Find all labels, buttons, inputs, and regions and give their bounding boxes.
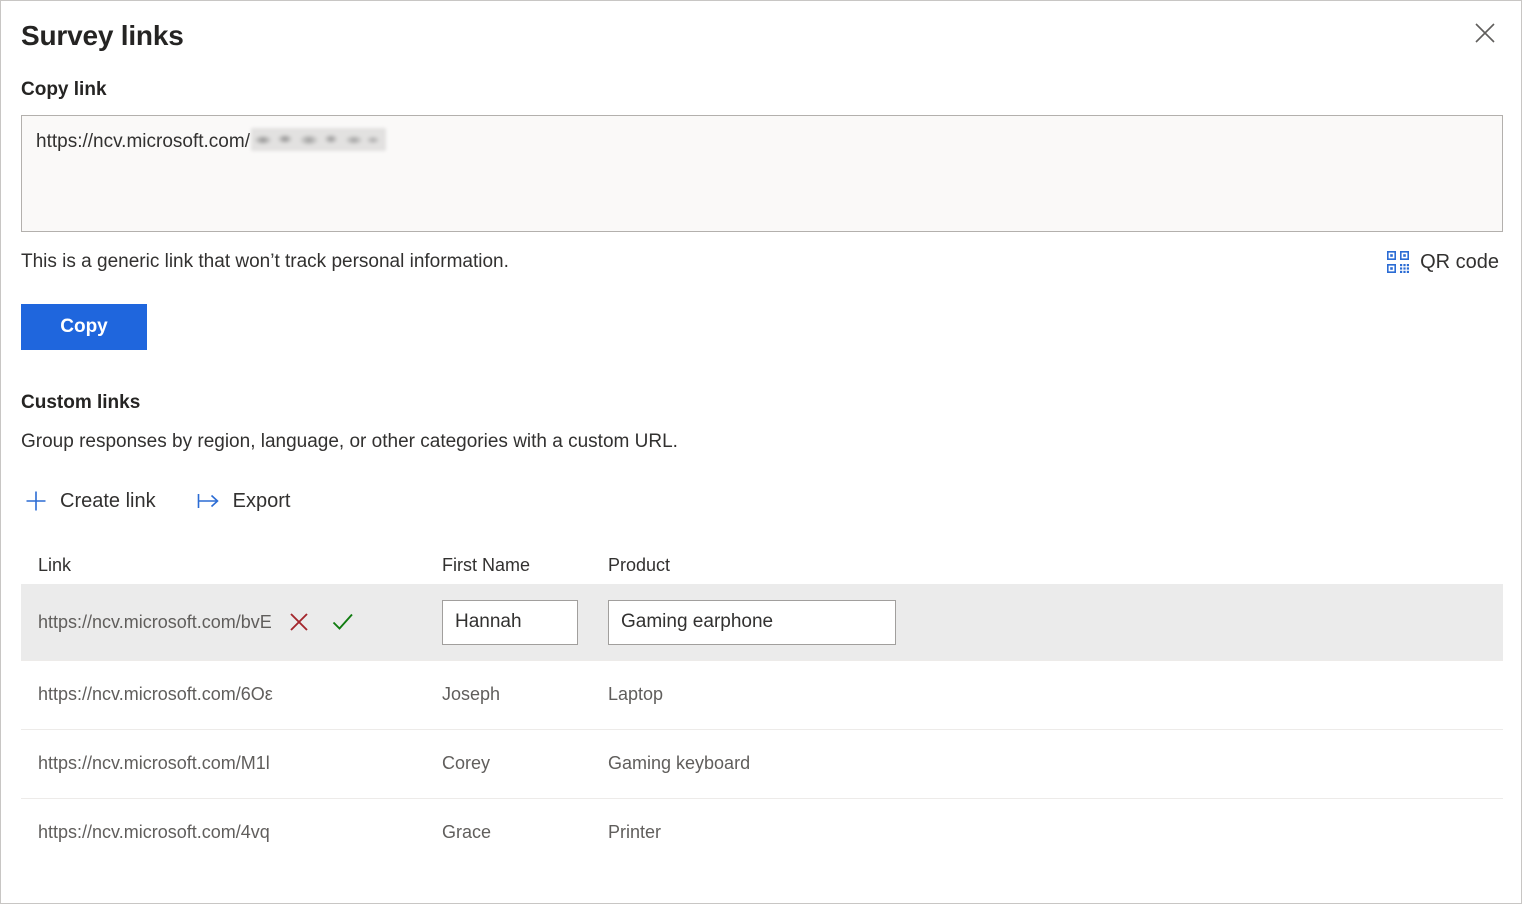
first-name-input[interactable] — [442, 599, 578, 645]
column-header-product: Product — [608, 554, 671, 575]
cell-first-name — [442, 599, 608, 645]
survey-link-redacted-suffix — [250, 128, 386, 152]
cell-link: https://ncv.microsoft.com/M1l — [38, 753, 270, 774]
link-note-row: This is a generic link that won’t track … — [21, 250, 1503, 274]
close-icon[interactable] — [1463, 13, 1507, 53]
generic-link-note: This is a generic link that won’t track … — [21, 250, 509, 272]
column-header-link: Link — [38, 554, 72, 575]
product-input[interactable] — [608, 599, 896, 645]
cell-first-name: Joseph — [442, 684, 501, 705]
cell-product: Gaming keyboard — [608, 753, 751, 774]
dialog-content: Survey links Copy link https://ncv.micro… — [1, 1, 1521, 867]
survey-link-textarea[interactable]: https://ncv.microsoft.com/ — [21, 115, 1503, 233]
row-edit-actions — [286, 609, 356, 635]
export-arrow-glyph — [197, 493, 219, 508]
qr-code-icon — [1386, 250, 1410, 274]
export-arrow-icon — [196, 490, 222, 512]
plus-icon — [23, 488, 49, 514]
qr-code-button[interactable]: QR code — [1386, 250, 1503, 274]
cell-link: https://ncv.microsoft.com/4vq — [38, 822, 270, 843]
table-row[interactable]: https://ncv.microsoft.com/bvE — [21, 583, 1503, 660]
copy-button[interactable]: Copy — [21, 304, 147, 351]
confirm-edit-glyph — [332, 614, 353, 631]
create-link-label: Create link — [60, 489, 156, 512]
cell-product: Printer — [608, 822, 662, 843]
export-button[interactable]: Export — [194, 488, 293, 514]
qr-code-glyph — [1387, 251, 1410, 274]
cell-link: https://ncv.microsoft.com/bvE — [38, 609, 442, 635]
table-header-row: Link First Name Product — [21, 546, 1503, 584]
cancel-edit-icon[interactable] — [286, 609, 312, 635]
column-header-first-name: First Name — [442, 554, 531, 575]
cell-product: Laptop — [608, 684, 664, 705]
cell-product — [608, 599, 1503, 645]
survey-link-prefix: https://ncv.microsoft.com/ — [36, 131, 250, 153]
export-label: Export — [232, 489, 291, 512]
table-row[interactable]: https://ncv.microsoft.com/6Oε Joseph Lap… — [21, 659, 1503, 729]
create-link-button[interactable]: Create link — [21, 486, 158, 516]
qr-code-label: QR code — [1420, 250, 1499, 273]
cell-first-name: Corey — [442, 753, 491, 774]
survey-links-dialog: Survey links Copy link https://ncv.micro… — [0, 0, 1522, 904]
custom-links-title: Custom links — [21, 392, 141, 414]
cell-link: https://ncv.microsoft.com/6Oε — [38, 684, 273, 705]
survey-link-value: https://ncv.microsoft.com/ — [36, 128, 1488, 155]
custom-links-description: Group responses by region, language, or … — [21, 431, 678, 453]
cancel-edit-glyph — [290, 613, 308, 632]
plus-glyph — [26, 491, 46, 511]
cell-first-name: Grace — [442, 822, 492, 843]
custom-links-command-bar: Create link Export — [21, 484, 1501, 518]
row-link-text: https://ncv.microsoft.com/bvE — [38, 611, 272, 632]
table-row[interactable]: https://ncv.microsoft.com/4vq Grace Prin… — [21, 797, 1503, 867]
page-title: Survey links — [21, 20, 184, 51]
table-row[interactable]: https://ncv.microsoft.com/M1l Corey Gami… — [21, 728, 1503, 798]
copy-link-label: Copy link — [21, 78, 107, 100]
close-glyph — [1475, 23, 1495, 43]
confirm-edit-icon[interactable] — [330, 609, 356, 635]
custom-links-table: Link First Name Product https://ncv.micr… — [21, 546, 1503, 867]
